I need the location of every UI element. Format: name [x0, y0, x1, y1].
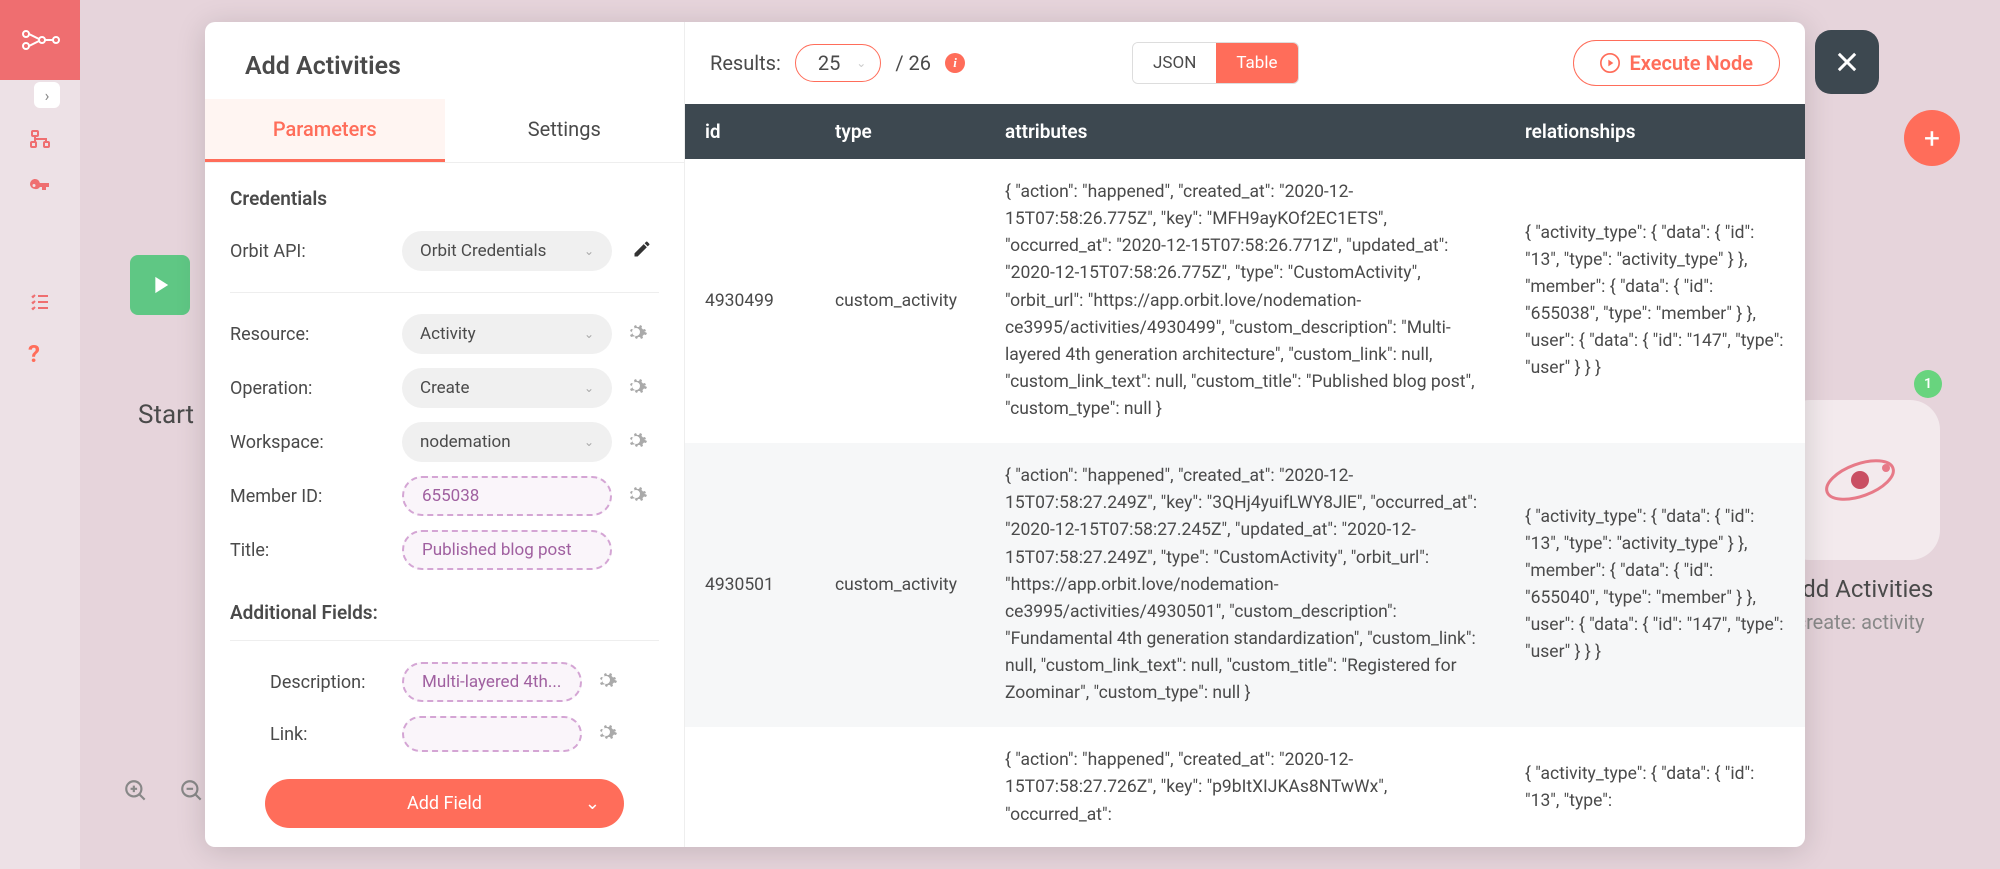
- workspace-label: Workspace:: [230, 432, 390, 453]
- tab-parameters[interactable]: Parameters: [205, 99, 445, 162]
- member-id-gear-icon[interactable]: [624, 482, 648, 510]
- key-icon[interactable]: [28, 175, 52, 199]
- chevron-down-icon: ⌄: [584, 244, 594, 258]
- orbit-icon: [1820, 440, 1900, 520]
- node-editor-modal: Add Activities Parameters Settings Crede…: [205, 22, 1805, 847]
- cell-type: [815, 727, 985, 847]
- results-count-select[interactable]: 25 ⌄: [795, 44, 881, 82]
- workspace-value: nodemation: [420, 432, 511, 452]
- cell-attributes: { "action": "happened", "created_at": "2…: [985, 159, 1505, 443]
- cell-id: 4930499: [685, 159, 815, 443]
- divider: [230, 640, 659, 641]
- credentials-header: Credentials: [205, 163, 684, 224]
- orbit-api-value: Orbit Credentials: [420, 241, 546, 261]
- cell-attributes: { "action": "happened", "created_at": "2…: [985, 443, 1505, 727]
- list-icon[interactable]: [28, 290, 52, 314]
- operation-select[interactable]: Create ⌄: [402, 368, 612, 408]
- sidebar-expand-button[interactable]: ›: [34, 82, 60, 108]
- help-icon[interactable]: ?: [28, 340, 52, 364]
- chevron-down-icon: ⌄: [584, 435, 594, 449]
- chevron-down-icon: ⌄: [584, 327, 594, 341]
- execute-label: Execute Node: [1630, 51, 1754, 75]
- node-badge: 1: [1914, 370, 1942, 398]
- zoom-controls: [118, 773, 210, 809]
- divider: [230, 292, 659, 293]
- description-input[interactable]: Multi-layered 4th...: [402, 662, 582, 702]
- resource-select[interactable]: Activity ⌄: [402, 314, 612, 354]
- resource-gear-icon[interactable]: [624, 320, 648, 348]
- results-toolbar: Results: 25 ⌄ / 26 i JSON Table Execute …: [685, 22, 1805, 104]
- close-icon: [1833, 48, 1861, 76]
- add-node-button[interactable]: +: [1904, 110, 1960, 166]
- results-count-value: 25: [818, 51, 840, 75]
- add-field-label: Add Field: [407, 793, 482, 814]
- table-row: { "action": "happened", "created_at": "2…: [685, 727, 1805, 847]
- link-input[interactable]: [402, 716, 582, 752]
- table-row: 4930499custom_activity{ "action": "happe…: [685, 159, 1805, 443]
- chevron-down-icon: ⌄: [584, 381, 594, 395]
- cell-type: custom_activity: [815, 443, 985, 727]
- cell-type: custom_activity: [815, 159, 985, 443]
- cell-attributes: { "action": "happened", "created_at": "2…: [985, 727, 1505, 847]
- workflow-icon[interactable]: [28, 128, 52, 152]
- chevron-down-icon: ⌄: [856, 56, 866, 70]
- app-logo: [0, 0, 80, 80]
- description-gear-icon[interactable]: [594, 668, 618, 696]
- view-toggle: JSON Table: [1132, 42, 1298, 84]
- orbit-api-label: Orbit API:: [230, 241, 390, 262]
- view-json-button[interactable]: JSON: [1133, 43, 1216, 83]
- zoom-in-icon[interactable]: [118, 773, 154, 809]
- title-label: Title:: [230, 540, 390, 561]
- results-panel: Results: 25 ⌄ / 26 i JSON Table Execute …: [685, 22, 1805, 847]
- tab-settings[interactable]: Settings: [445, 99, 685, 162]
- execute-node-button[interactable]: Execute Node: [1573, 40, 1781, 86]
- col-id: id: [685, 104, 815, 159]
- cell-relationships: { "activity_type": { "data": { "id": "13…: [1505, 443, 1805, 727]
- workspace-gear-icon[interactable]: [624, 428, 648, 456]
- play-icon: [1600, 53, 1620, 73]
- member-id-label: Member ID:: [230, 486, 390, 507]
- operation-gear-icon[interactable]: [624, 374, 648, 402]
- canvas-start-label: Start: [138, 400, 194, 430]
- cell-id: [685, 727, 815, 847]
- col-attributes: attributes: [985, 104, 1505, 159]
- cell-relationships: { "activity_type": { "data": { "id": "13…: [1505, 727, 1805, 847]
- table-row: 4930501custom_activity{ "action": "happe…: [685, 443, 1805, 727]
- results-total: / 26: [895, 51, 931, 75]
- orbit-api-select[interactable]: Orbit Credentials ⌄: [402, 231, 612, 271]
- cell-relationships: { "activity_type": { "data": { "id": "13…: [1505, 159, 1805, 443]
- title-input[interactable]: Published blog post: [402, 530, 612, 570]
- view-table-button[interactable]: Table: [1216, 43, 1297, 83]
- canvas-start-node[interactable]: [130, 255, 190, 315]
- panel-title: Add Activities: [205, 22, 684, 99]
- resource-label: Resource:: [230, 324, 390, 345]
- operation-value: Create: [420, 378, 470, 398]
- results-table: id type attributes relationships 4930499…: [685, 104, 1805, 847]
- operation-label: Operation:: [230, 378, 390, 399]
- results-label: Results:: [710, 51, 781, 75]
- add-field-button[interactable]: Add Field ⌄: [265, 779, 624, 828]
- parameters-panel: Add Activities Parameters Settings Crede…: [205, 22, 685, 847]
- member-id-input[interactable]: 655038: [402, 476, 612, 516]
- info-icon[interactable]: i: [945, 53, 965, 73]
- link-label: Link:: [270, 724, 390, 745]
- edit-credentials-icon[interactable]: [632, 239, 652, 263]
- additional-fields-header: Additional Fields:: [205, 577, 684, 638]
- results-table-wrapper[interactable]: id type attributes relationships 4930499…: [685, 104, 1805, 847]
- workspace-select[interactable]: nodemation ⌄: [402, 422, 612, 462]
- col-relationships: relationships: [1505, 104, 1805, 159]
- col-type: type: [815, 104, 985, 159]
- cell-id: 4930501: [685, 443, 815, 727]
- description-label: Description:: [270, 672, 390, 693]
- close-modal-button[interactable]: [1815, 30, 1879, 94]
- link-gear-icon[interactable]: [594, 720, 618, 748]
- resource-value: Activity: [420, 324, 476, 344]
- chevron-down-icon: ⌄: [585, 793, 600, 814]
- panel-tabs: Parameters Settings: [205, 99, 684, 163]
